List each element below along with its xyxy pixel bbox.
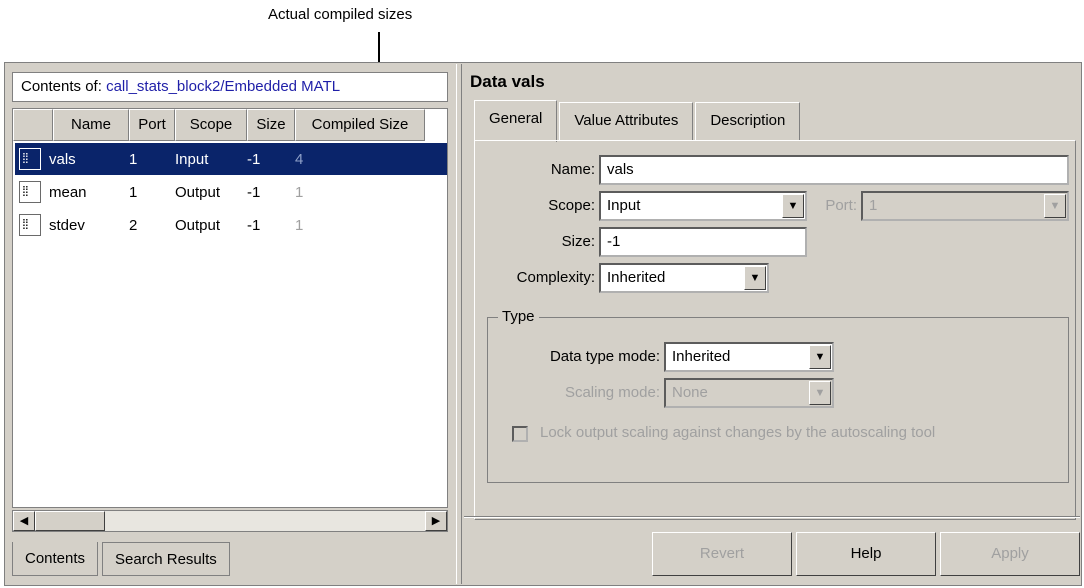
tab-search-results[interactable]: Search Results <box>102 542 230 576</box>
header-compiled-size[interactable]: Compiled Size <box>295 109 425 141</box>
button-separator <box>464 516 1080 518</box>
port-value: 1 <box>869 197 878 214</box>
data-icon <box>19 181 41 203</box>
contents-of-header: Contents of: call_stats_block2/Embedded … <box>12 72 448 102</box>
complexity-select[interactable]: Inherited ▼ <box>599 263 769 293</box>
row-size: -1 <box>247 183 261 201</box>
apply-button[interactable]: Apply <box>940 532 1080 576</box>
lock-scaling-checkbox[interactable] <box>512 426 528 442</box>
size-label: Size: <box>561 233 595 250</box>
bottom-tabs: Contents Search Results <box>12 542 234 578</box>
dtmode-label: Data type mode: <box>549 348 660 365</box>
scope-label: Scope: <box>548 197 595 214</box>
row-name: mean <box>49 183 87 201</box>
port-select[interactable]: 1 ▼ <box>861 191 1069 221</box>
revert-button[interactable]: Revert <box>652 532 792 576</box>
header-scope[interactable]: Scope <box>175 109 247 141</box>
scaling-select[interactable]: None ▼ <box>664 378 834 408</box>
data-icon <box>19 214 41 236</box>
table-row[interactable]: stdev 2 Output -1 1 <box>15 209 447 241</box>
general-panel: Name: vals Scope: Input ▼ Port: 1 ▼ Size… <box>474 140 1076 520</box>
table-row[interactable]: mean 1 Output -1 1 <box>15 176 447 208</box>
dialog-title: Data vals <box>470 72 545 91</box>
complexity-label: Complexity: <box>516 269 595 286</box>
complexity-value: Inherited <box>607 269 666 286</box>
type-group: Type Data type mode: Inherited ▼ Scaling… <box>487 308 1069 483</box>
chevron-down-icon[interactable]: ▼ <box>809 345 831 369</box>
contents-of-label: Contents of: <box>21 78 102 95</box>
scroll-left-icon[interactable]: ◀ <box>13 511 35 531</box>
scope-value: Input <box>607 197 641 214</box>
row-size: -1 <box>247 150 261 168</box>
annotation-label: Actual compiled sizes <box>268 6 413 23</box>
row-compiled-size: 1 <box>295 216 304 234</box>
scaling-label: Scaling mode: <box>564 384 660 401</box>
port-label: Port: <box>825 197 857 214</box>
header-icon-column[interactable] <box>13 109 53 141</box>
pane-splitter[interactable] <box>456 64 462 584</box>
row-scope: Output <box>175 183 221 201</box>
size-field[interactable]: -1 <box>599 227 807 257</box>
row-port: 2 <box>129 216 138 234</box>
type-group-title: Type <box>498 308 539 325</box>
scope-select[interactable]: Input ▼ <box>599 191 807 221</box>
chevron-down-icon[interactable]: ▼ <box>782 194 804 218</box>
scroll-right-icon[interactable]: ▶ <box>425 511 447 531</box>
data-list: Name Port Scope Size Compiled Size vals … <box>12 108 448 508</box>
help-button[interactable]: Help <box>796 532 936 576</box>
horizontal-scrollbar[interactable]: ◀ ▶ <box>12 510 448 532</box>
lock-scaling-label: Lock output scaling against changes by t… <box>540 424 936 441</box>
dtmode-select[interactable]: Inherited ▼ <box>664 342 834 372</box>
row-size: -1 <box>247 216 261 234</box>
header-port[interactable]: Port <box>129 109 175 141</box>
tab-description[interactable]: Description <box>695 102 801 140</box>
row-scope: Output <box>175 216 221 234</box>
chevron-down-icon[interactable]: ▼ <box>744 266 766 290</box>
contents-path-link[interactable]: call_stats_block2/Embedded MATL <box>106 78 340 95</box>
tab-general[interactable]: General <box>474 100 558 142</box>
scaling-value: None <box>672 384 708 401</box>
chevron-down-icon[interactable]: ▼ <box>809 381 831 405</box>
table-row[interactable]: vals 1 Input -1 4 <box>14 142 447 176</box>
row-port: 1 <box>129 150 138 168</box>
row-compiled-size: 1 <box>295 183 304 201</box>
row-port: 1 <box>129 183 138 201</box>
row-name: stdev <box>49 216 85 234</box>
tab-value-attributes[interactable]: Value Attributes <box>559 102 694 140</box>
name-field[interactable]: vals <box>599 155 1069 185</box>
row-scope: Input <box>175 150 209 168</box>
row-compiled-size: 4 <box>295 150 304 168</box>
header-size[interactable]: Size <box>247 109 295 141</box>
name-label: Name: <box>550 161 595 178</box>
dialog-pane: Data vals General Value Attributes Descr… <box>464 64 1080 584</box>
header-name[interactable]: Name <box>53 109 129 141</box>
dtmode-value: Inherited <box>672 348 731 365</box>
data-icon <box>19 148 41 170</box>
chevron-down-icon[interactable]: ▼ <box>1044 194 1066 218</box>
tab-contents[interactable]: Contents <box>12 542 99 576</box>
list-header: Name Port Scope Size Compiled Size <box>13 109 425 141</box>
scroll-thumb[interactable] <box>35 511 105 531</box>
row-name: vals <box>49 150 76 168</box>
dialog-tabs: General Value Attributes Description <box>474 100 802 142</box>
model-explorer-pane: Contents of: call_stats_block2/Embedded … <box>6 64 454 584</box>
